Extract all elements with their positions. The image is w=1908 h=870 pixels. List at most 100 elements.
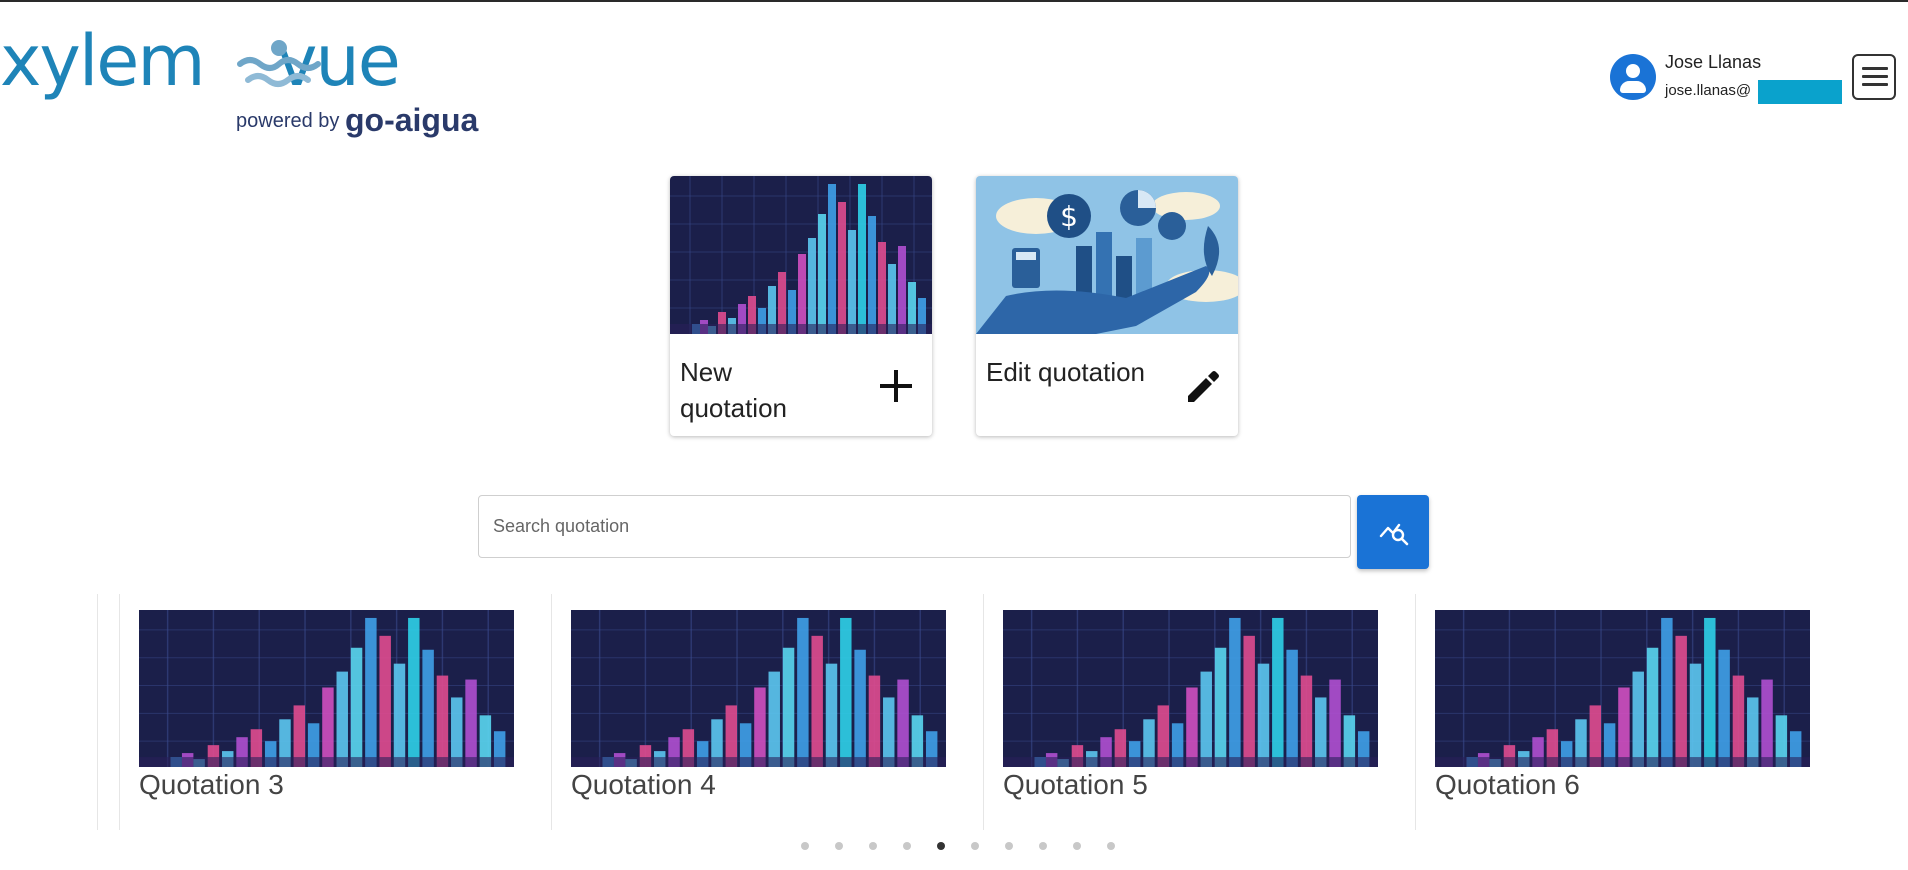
carousel-pagination xyxy=(0,842,1908,854)
art-bar xyxy=(1243,635,1255,767)
art-bar xyxy=(1675,635,1687,767)
art-bar xyxy=(878,242,886,334)
art-bar xyxy=(768,671,780,767)
art-bar xyxy=(1300,675,1313,767)
art-bar xyxy=(838,202,846,334)
art-bar xyxy=(465,679,477,767)
quotation-title: Quotation 5 xyxy=(1003,769,1148,800)
art-bar xyxy=(1257,663,1270,767)
plus-icon[interactable] xyxy=(876,366,916,406)
pagination-dot[interactable] xyxy=(1107,842,1115,850)
previous-card-edge xyxy=(97,594,98,830)
art-bar xyxy=(1646,647,1659,767)
logo-wordmark: xylem vue xyxy=(0,26,401,96)
user-email: jose.llanas@ xyxy=(1665,82,1752,99)
water-drop-logo-icon xyxy=(237,40,321,87)
art-bar xyxy=(825,663,838,767)
art-bar xyxy=(336,671,348,767)
user-name: Jose Llanas xyxy=(1665,52,1762,72)
top-border xyxy=(0,0,1908,2)
art-bar xyxy=(1632,671,1644,767)
art-bar xyxy=(858,184,866,334)
art-bar xyxy=(811,635,823,767)
art-bar xyxy=(1747,697,1759,767)
quotation-image xyxy=(139,610,514,767)
pagination-dot[interactable] xyxy=(835,842,843,850)
app-logo: xylem vue powered by go-aigua xyxy=(0,18,478,138)
new-quotation-label: New quotation xyxy=(680,357,787,423)
art-bar xyxy=(1761,679,1773,767)
art-bar xyxy=(782,647,795,767)
quotation-card-3[interactable]: Quotation 3 xyxy=(119,594,532,830)
quotation-title: Quotation 6 xyxy=(1435,769,1580,800)
art-bar xyxy=(1315,697,1327,767)
hamburger-menu-icon[interactable] xyxy=(1852,54,1896,100)
edit-quotation-label: Edit quotation xyxy=(986,357,1146,387)
pagination-dot[interactable] xyxy=(971,842,979,850)
art-bar xyxy=(322,687,334,767)
art-bar xyxy=(883,697,895,767)
art-bar xyxy=(1186,687,1198,767)
art-bar xyxy=(1214,647,1227,767)
art-bar xyxy=(897,679,909,767)
art-bar xyxy=(350,647,363,767)
art-bar xyxy=(1229,617,1241,767)
new-quotation-card[interactable]: New quotation xyxy=(670,176,932,436)
art-bar xyxy=(1618,687,1630,767)
pagination-dot[interactable] xyxy=(937,842,945,850)
art-bar xyxy=(754,687,766,767)
quotation-image xyxy=(1435,610,1810,767)
pagination-dot[interactable] xyxy=(903,842,911,850)
quotation-title: Quotation 3 xyxy=(139,769,284,800)
art-bar xyxy=(365,617,377,767)
pagination-dot[interactable] xyxy=(1039,842,1047,850)
art-bar xyxy=(818,214,826,334)
art-bar xyxy=(408,617,420,767)
quotation-card-6[interactable]: Quotation 6 xyxy=(1415,594,1828,830)
art-bar xyxy=(379,635,391,767)
powered-by-text: powered by xyxy=(236,110,340,132)
edit-quotation-card[interactable]: $ Edit quotation xyxy=(976,176,1238,436)
art-bar xyxy=(797,617,809,767)
powered-by: powered by go-aigua xyxy=(236,98,479,138)
art-bar xyxy=(1200,671,1212,767)
art-bar xyxy=(1689,663,1702,767)
art-bar xyxy=(868,675,881,767)
quotation-card-5[interactable]: Quotation 5 xyxy=(983,594,1396,830)
pagination-dot[interactable] xyxy=(1073,842,1081,850)
partner-logo-text: go-aigua xyxy=(344,102,479,138)
quotation-card-4[interactable]: Quotation 4 xyxy=(551,594,964,830)
art-bar xyxy=(1272,617,1284,767)
art-bar xyxy=(854,649,866,767)
analytics-chart-image xyxy=(670,176,932,334)
art-bar xyxy=(1329,679,1341,767)
art-bar xyxy=(393,663,406,767)
chart-search-icon xyxy=(1379,523,1409,546)
art-bar xyxy=(868,216,876,334)
quotation-carousel[interactable]: Quotation 3 Quotation 4 Quotation 5 Quot… xyxy=(0,594,1908,834)
pagination-dot[interactable] xyxy=(1005,842,1013,850)
art-bar xyxy=(808,238,816,334)
pagination-dot[interactable] xyxy=(801,842,809,850)
art-bar xyxy=(888,264,896,334)
quotation-title: Quotation 4 xyxy=(571,769,716,800)
art-bar xyxy=(422,649,434,767)
art-bar xyxy=(1704,617,1716,767)
pagination-dot[interactable] xyxy=(869,842,877,850)
art-bar xyxy=(898,246,906,334)
user-avatar-icon[interactable] xyxy=(1610,54,1656,100)
art-bar xyxy=(1732,675,1745,767)
art-bar xyxy=(840,617,852,767)
pencil-icon[interactable] xyxy=(1182,366,1222,406)
search-input[interactable] xyxy=(478,495,1351,558)
art-bar xyxy=(1661,617,1673,767)
art-bar xyxy=(798,254,806,334)
svg-text:$: $ xyxy=(1060,200,1078,233)
search-button[interactable] xyxy=(1357,495,1429,569)
logo-text-xylem: xylem xyxy=(0,20,206,102)
quotation-image xyxy=(1003,610,1378,767)
quotation-image xyxy=(571,610,946,767)
email-redaction xyxy=(1758,80,1842,104)
finance-illustration-image: $ xyxy=(976,176,1238,334)
art-bar xyxy=(436,675,449,767)
